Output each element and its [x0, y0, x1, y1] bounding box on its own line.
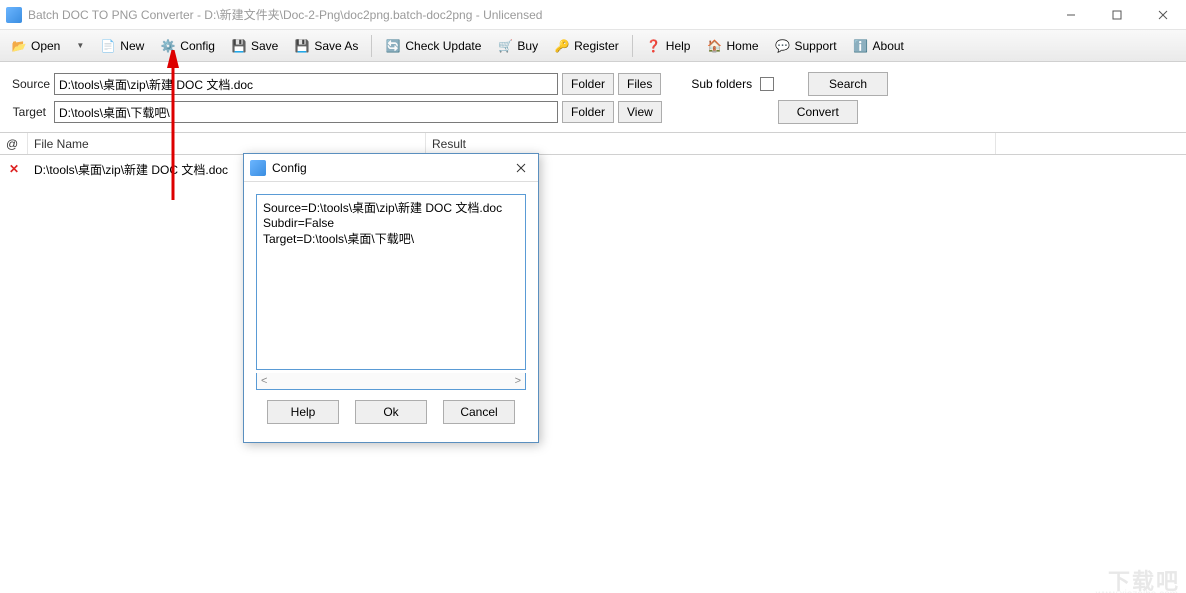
subfolders-checkbox[interactable]	[760, 77, 774, 91]
help-button[interactable]: ❓ Help	[639, 34, 698, 58]
maximize-button[interactable]	[1094, 0, 1140, 30]
help-label: Help	[666, 39, 691, 53]
save-as-label: Save As	[314, 39, 358, 53]
source-folder-button[interactable]: Folder	[562, 73, 614, 95]
check-update-label: Check Update	[405, 39, 481, 53]
toolbar: 📂 Open ▼ 📄 New ⚙️ Config 💾 Save 💾 Save A…	[0, 30, 1186, 62]
watermark-url: www.xiazaiba.com	[1096, 589, 1178, 593]
dialog-titlebar[interactable]: Config	[244, 154, 538, 182]
table-row[interactable]: ✕ D:\tools\桌面\zip\新建 DOC 文档.doc : "WPS.A…	[0, 159, 1186, 179]
update-icon: 🔄	[385, 38, 401, 54]
home-icon: 🏠	[706, 38, 722, 54]
titlebar: Batch DOC TO PNG Converter - D:\新建文件夹\Do…	[0, 0, 1186, 30]
source-input[interactable]	[54, 73, 558, 95]
table-header: @ File Name Result	[0, 133, 1186, 155]
close-button[interactable]	[1140, 0, 1186, 30]
open-icon: 📂	[11, 38, 27, 54]
support-label: Support	[795, 39, 837, 53]
about-label: About	[873, 39, 904, 53]
dialog-close-button[interactable]	[510, 157, 532, 179]
register-label: Register	[574, 39, 619, 53]
config-label: Config	[180, 39, 215, 53]
new-label: New	[120, 39, 144, 53]
open-dropdown[interactable]: ▼	[69, 34, 91, 58]
source-files-button[interactable]: Files	[618, 73, 661, 95]
dialog-app-icon	[250, 160, 266, 176]
gear-icon: ⚙️	[160, 38, 176, 54]
help-icon: ❓	[646, 38, 662, 54]
target-label: Target	[12, 105, 50, 119]
header-status[interactable]: @	[0, 133, 28, 154]
form-area: Source Folder Files Sub folders Search T…	[0, 62, 1186, 133]
dialog-title: Config	[272, 161, 307, 175]
save-as-icon: 💾	[294, 38, 310, 54]
config-button[interactable]: ⚙️ Config	[153, 34, 222, 58]
config-dialog: Config < > Help Ok Cancel	[243, 153, 539, 443]
check-update-button[interactable]: 🔄 Check Update	[378, 34, 488, 58]
config-textarea[interactable]	[256, 194, 526, 370]
row-status-icon: ✕	[0, 162, 28, 176]
target-view-button[interactable]: View	[618, 101, 662, 123]
about-button[interactable]: ℹ️ About	[846, 34, 911, 58]
register-button[interactable]: 🔑 Register	[547, 34, 626, 58]
header-spacer	[996, 133, 1186, 154]
window-controls	[1048, 0, 1186, 30]
dialog-help-button[interactable]: Help	[267, 400, 339, 424]
target-folder-button[interactable]: Folder	[562, 101, 614, 123]
app-icon	[6, 7, 22, 23]
search-button[interactable]: Search	[808, 72, 888, 96]
buy-label: Buy	[517, 39, 538, 53]
separator	[632, 35, 633, 57]
table-body: ✕ D:\tools\桌面\zip\新建 DOC 文档.doc : "WPS.A…	[0, 155, 1186, 593]
header-filename[interactable]: File Name	[28, 133, 426, 154]
header-result[interactable]: Result	[426, 133, 996, 154]
config-hscrollbar[interactable]: < >	[256, 373, 526, 390]
support-icon: 💬	[775, 38, 791, 54]
home-label: Home	[726, 39, 758, 53]
buy-icon: 🛒	[497, 38, 513, 54]
buy-button[interactable]: 🛒 Buy	[490, 34, 545, 58]
scroll-left-icon[interactable]: <	[261, 375, 267, 387]
about-icon: ℹ️	[853, 38, 869, 54]
register-icon: 🔑	[554, 38, 570, 54]
separator	[371, 35, 372, 57]
window-title: Batch DOC TO PNG Converter - D:\新建文件夹\Do…	[28, 6, 542, 23]
row-result: : "WPS.Application"	[426, 162, 1186, 176]
scroll-right-icon[interactable]: >	[515, 375, 521, 387]
chevron-down-icon: ▼	[76, 41, 84, 50]
convert-button[interactable]: Convert	[778, 100, 858, 124]
dialog-ok-button[interactable]: Ok	[355, 400, 427, 424]
source-label: Source	[12, 77, 50, 91]
new-icon: 📄	[100, 38, 116, 54]
save-label: Save	[251, 39, 278, 53]
open-button[interactable]: 📂 Open	[4, 34, 67, 58]
subfolders-label: Sub folders	[691, 77, 752, 91]
save-icon: 💾	[231, 38, 247, 54]
support-button[interactable]: 💬 Support	[768, 34, 844, 58]
home-button[interactable]: 🏠 Home	[699, 34, 765, 58]
save-button[interactable]: 💾 Save	[224, 34, 285, 58]
new-button[interactable]: 📄 New	[93, 34, 151, 58]
dialog-cancel-button[interactable]: Cancel	[443, 400, 515, 424]
minimize-button[interactable]	[1048, 0, 1094, 30]
target-input[interactable]	[54, 101, 558, 123]
open-label: Open	[31, 39, 60, 53]
save-as-button[interactable]: 💾 Save As	[287, 34, 365, 58]
